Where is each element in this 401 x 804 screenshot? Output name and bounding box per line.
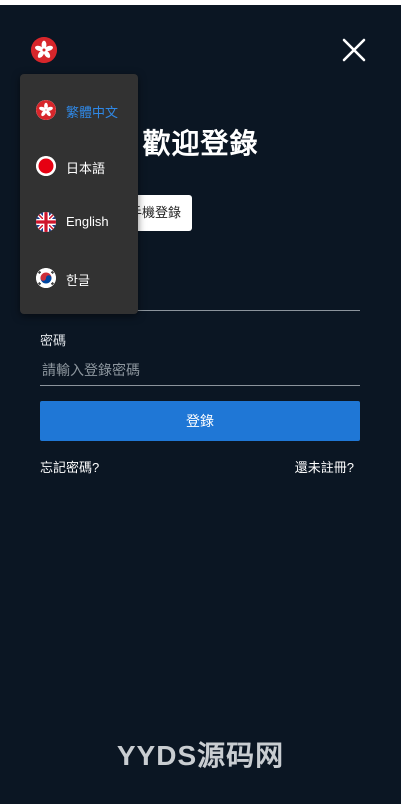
uk-flag-icon	[36, 212, 56, 232]
password-field-underline	[40, 385, 360, 386]
japan-flag-icon	[36, 156, 56, 176]
login-button[interactable]: 登錄	[40, 401, 360, 441]
forgot-password-link[interactable]: 忘記密碼?	[40, 457, 99, 476]
close-icon[interactable]	[342, 38, 366, 62]
password-label: 密碼	[40, 333, 67, 348]
language-item-english[interactable]: English	[20, 194, 138, 250]
language-item-japanese[interactable]: 日本語	[20, 138, 138, 194]
watermark: YYDS源码网	[116, 740, 285, 771]
language-label: 繁體中文	[66, 105, 119, 120]
language-menu: 繁體中文 日本語 English 한글	[20, 74, 138, 314]
top-bar	[0, 0, 401, 5]
language-item-traditional-chinese[interactable]: 繁體中文	[20, 82, 138, 138]
hong-kong-flag-icon[interactable]	[31, 37, 57, 63]
korea-flag-icon	[36, 268, 56, 288]
password-input[interactable]	[40, 356, 362, 384]
hong-kong-flag-icon	[36, 100, 56, 120]
language-label: 日本語	[66, 161, 106, 176]
register-link[interactable]: 還未註冊?	[295, 457, 354, 476]
language-label: 한글	[66, 273, 90, 288]
language-label: English	[66, 214, 109, 229]
language-item-korean[interactable]: 한글	[20, 250, 138, 306]
